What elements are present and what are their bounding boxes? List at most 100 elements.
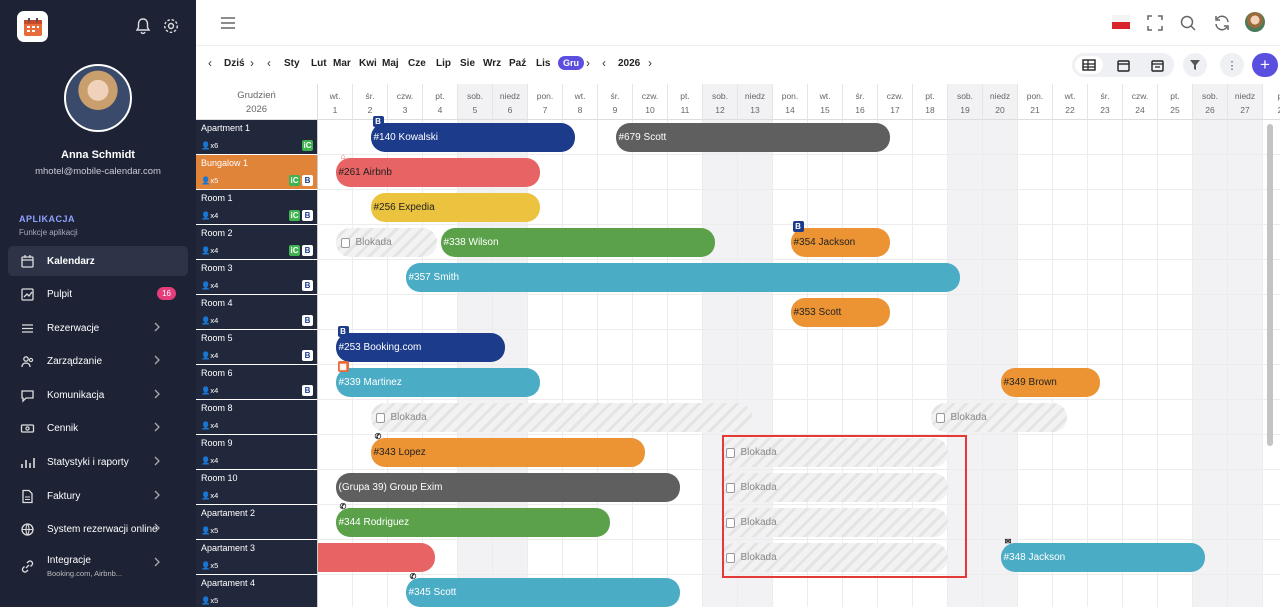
reservation-bar[interactable]: #345 Scott <box>405 578 681 607</box>
day-header[interactable]: czw. 10 <box>633 84 668 120</box>
month-button-gru[interactable]: Gru <box>558 56 585 70</box>
search-icon[interactable] <box>1179 14 1197 32</box>
avatar[interactable] <box>64 64 132 132</box>
room-row-label[interactable]: Room 10 👤x4 <box>196 470 318 505</box>
add-reservation-button[interactable]: + <box>1252 53 1278 77</box>
reservation-bar[interactable]: #140 Kowalski <box>370 123 576 152</box>
reservation-bar[interactable]: #349 Brown <box>1000 368 1101 397</box>
reservation-bar[interactable] <box>318 543 436 572</box>
room-row-label[interactable]: Room 3 👤x4 B <box>196 260 318 295</box>
room-row-label[interactable]: Apartament 2 👤x5 <box>196 505 318 540</box>
blocked-period[interactable]: Blokada <box>335 228 437 257</box>
day-header[interactable]: śr. 23 <box>1088 84 1123 120</box>
gear-icon[interactable] <box>162 17 180 35</box>
view-year-button[interactable] <box>1143 56 1171 74</box>
month-button-kwi[interactable]: Kwi <box>359 58 377 69</box>
day-header[interactable]: czw. 17 <box>878 84 913 120</box>
day-header[interactable]: pt. 4 <box>423 84 458 120</box>
sidebar-item-kalendarz[interactable]: Kalendarz <box>8 246 188 276</box>
reservation-bar[interactable]: #338 Wilson <box>440 228 716 257</box>
day-header[interactable]: pt. 11 <box>668 84 703 120</box>
vertical-scrollbar[interactable] <box>1267 124 1273 446</box>
reservation-bar[interactable]: #261 Airbnb <box>335 158 541 187</box>
day-header[interactable]: czw. 3 <box>388 84 423 120</box>
day-header[interactable]: niedz 13 <box>738 84 773 120</box>
day-header[interactable]: niedz 20 <box>983 84 1018 120</box>
refresh-icon[interactable] <box>1213 14 1231 32</box>
room-row-label[interactable]: Room 4 👤x4 B <box>196 295 318 330</box>
day-header[interactable]: niedz 6 <box>493 84 528 120</box>
month-button-lis[interactable]: Lis <box>536 58 550 69</box>
day-header[interactable]: pon. 21 <box>1018 84 1053 120</box>
room-row-label[interactable]: Apartament 4 👤x5 <box>196 575 318 607</box>
room-row-label[interactable]: Room 9 👤x4 <box>196 435 318 470</box>
bell-icon[interactable] <box>134 17 152 35</box>
reservation-bar[interactable]: #353 Scott <box>790 298 891 327</box>
reservation-bar[interactable]: #256 Expedia <box>370 193 541 222</box>
month-button-sie[interactable]: Sie <box>460 58 475 69</box>
month-button-maj[interactable]: Maj <box>382 58 399 69</box>
room-row-label[interactable]: Apartament 3 👤x5 <box>196 540 318 575</box>
filter-button[interactable] <box>1183 53 1207 77</box>
month-button-paź[interactable]: Paź <box>509 58 526 69</box>
hamburger-menu-icon[interactable] <box>219 14 237 32</box>
reservation-bar[interactable]: #344 Rodriguez <box>335 508 611 537</box>
day-header[interactable]: śr. 2 <box>353 84 388 120</box>
sidebar-item-integracje[interactable]: Integracje Booking.com, Airbnb... <box>8 548 188 584</box>
month-button-sty[interactable]: Sty <box>284 58 300 69</box>
reservation-bar[interactable]: #339 Martinez <box>335 368 541 397</box>
sidebar-item-zarządzanie[interactable]: Zarządzanie <box>8 346 188 376</box>
reservation-bar[interactable]: #357 Smith <box>405 263 961 292</box>
room-row-label[interactable]: Apartment 1 👤x6 iC <box>196 120 318 155</box>
sidebar-item-cennik[interactable]: Cennik <box>8 413 188 443</box>
more-options-button[interactable]: ⋮ <box>1220 53 1244 77</box>
day-header[interactable]: sob. 26 <box>1193 84 1228 120</box>
blocked-period[interactable]: Blokada <box>930 403 1067 432</box>
next-day-chevron-icon[interactable]: › <box>250 57 260 69</box>
poland-flag-icon[interactable] <box>1112 15 1130 29</box>
view-month-button[interactable] <box>1109 56 1137 74</box>
reservation-bar[interactable]: #253 Booking.com <box>335 333 506 362</box>
prev-months-chevron-icon[interactable]: ‹ <box>267 57 277 69</box>
day-header[interactable]: sob. 5 <box>458 84 493 120</box>
fullscreen-icon[interactable] <box>1146 14 1164 32</box>
day-header[interactable]: wt. 1 <box>318 84 353 120</box>
room-row-label[interactable]: Room 1 👤x4 BiC <box>196 190 318 225</box>
sidebar-item-statystyki-i-raporty[interactable]: Statystyki i raporty <box>8 447 188 477</box>
month-button-lip[interactable]: Lip <box>436 58 451 69</box>
room-row-label[interactable]: Room 8 👤x4 <box>196 400 318 435</box>
day-header[interactable]: p2 <box>1263 84 1280 120</box>
sidebar-item-komunikacja[interactable]: Komunikacja <box>8 380 188 410</box>
day-header[interactable]: pon. 7 <box>528 84 563 120</box>
month-button-mar[interactable]: Mar <box>333 58 351 69</box>
reservation-bar[interactable]: #343 Lopez <box>370 438 646 467</box>
day-header[interactable]: czw. 24 <box>1123 84 1158 120</box>
month-button-wrz[interactable]: Wrz <box>483 58 501 69</box>
day-header[interactable]: wt. 8 <box>563 84 598 120</box>
user-avatar-small[interactable] <box>1245 12 1265 32</box>
day-header[interactable]: niedz 27 <box>1228 84 1263 120</box>
sidebar-item-faktury[interactable]: Faktury <box>8 481 188 511</box>
room-row-label[interactable]: Room 2 👤x4 BiC <box>196 225 318 260</box>
sidebar-item-system-rezerwacji-online[interactable]: System rezerwacji online <box>8 514 188 544</box>
next-year-chevron-icon[interactable]: › <box>648 57 658 69</box>
day-header[interactable]: śr. 9 <box>598 84 633 120</box>
today-button[interactable]: Dziś <box>224 58 245 69</box>
sidebar-item-pulpit[interactable]: Pulpit 16 <box>8 279 188 309</box>
room-row-label[interactable]: Bungalow 1 👤x5 BiC <box>196 155 318 190</box>
reservation-bar[interactable]: #679 Scott <box>615 123 891 152</box>
reservation-bar[interactable]: #354 Jackson <box>790 228 891 257</box>
room-row-label[interactable]: Room 5 👤x4 B <box>196 330 318 365</box>
day-header[interactable]: pt. 25 <box>1158 84 1193 120</box>
day-header[interactable]: sob. 12 <box>703 84 738 120</box>
day-header[interactable]: pt. 18 <box>913 84 948 120</box>
day-header[interactable]: wt. 15 <box>808 84 843 120</box>
reservation-bar[interactable]: #348 Jackson <box>1000 543 1206 572</box>
day-header[interactable]: pon. 14 <box>773 84 808 120</box>
day-header[interactable]: śr. 16 <box>843 84 878 120</box>
view-timeline-button[interactable] <box>1075 56 1103 74</box>
next-months-chevron-icon[interactable]: › <box>586 57 596 69</box>
month-button-cze[interactable]: Cze <box>408 58 426 69</box>
app-logo[interactable] <box>17 11 48 42</box>
reservation-bar[interactable]: (Grupa 39) Group Exim <box>335 473 681 502</box>
